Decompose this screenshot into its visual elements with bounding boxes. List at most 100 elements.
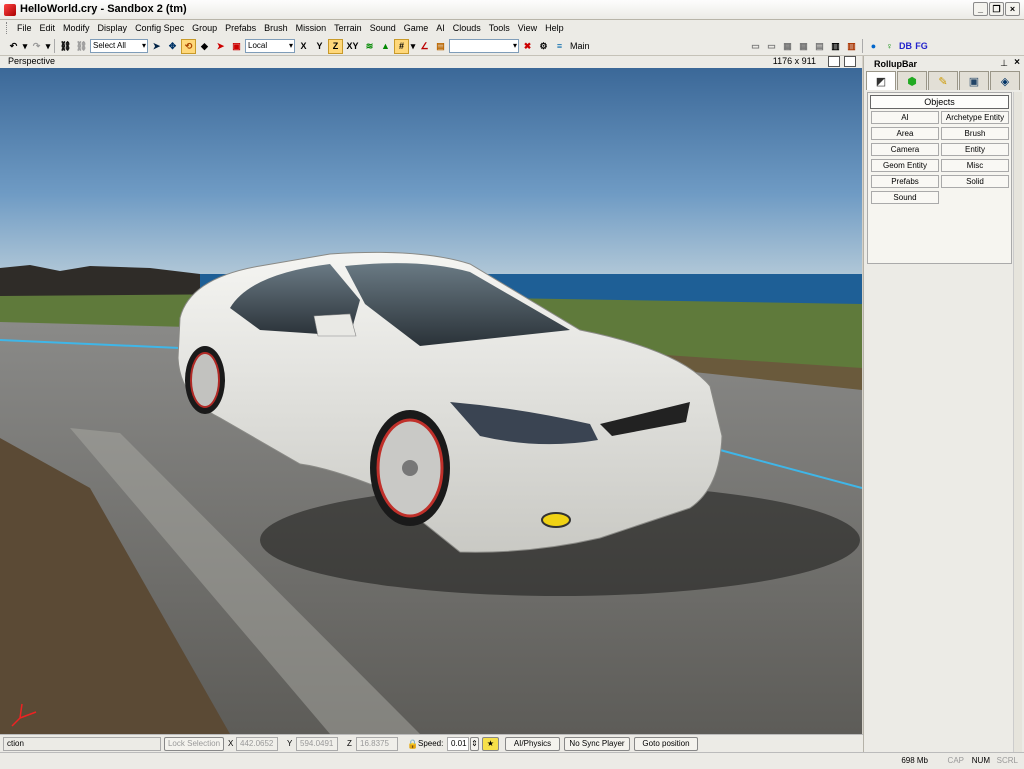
object-type-prefabs[interactable]: Prefabs — [871, 175, 939, 188]
menu-display[interactable]: Display — [94, 23, 132, 33]
no-sync-player-button[interactable]: No Sync Player — [564, 737, 630, 751]
speed-spinner[interactable]: ⇕ — [470, 737, 479, 751]
tab-terrain[interactable]: ⬢ — [897, 71, 927, 90]
object-type-ai[interactable]: AI — [871, 111, 939, 124]
scale-icon[interactable]: ◆ — [197, 39, 212, 54]
menu-file[interactable]: File — [13, 23, 36, 33]
view-icon-7[interactable]: ▥ — [844, 39, 859, 54]
grid-icon[interactable]: # — [394, 38, 409, 54]
axis-x-button[interactable]: X — [296, 39, 311, 54]
object-type-camera[interactable]: Camera — [871, 143, 939, 156]
menu-sound[interactable]: Sound — [366, 23, 400, 33]
object-type-solid[interactable]: Solid — [941, 175, 1009, 188]
link-icon[interactable]: ⛓ — [58, 39, 73, 54]
layer-combo[interactable] — [449, 39, 519, 53]
view-icon-5[interactable]: ▤ — [812, 39, 827, 54]
menu-clouds[interactable]: Clouds — [449, 23, 485, 33]
rollup-close-icon[interactable]: × — [1014, 57, 1020, 68]
terrain-follow-icon[interactable]: ▲ — [378, 39, 393, 54]
redo-icon[interactable]: ↷ — [29, 39, 44, 54]
objects-header-button[interactable]: Objects — [870, 95, 1009, 109]
viewport-title[interactable]: Perspective — [8, 56, 55, 66]
pin-icon[interactable]: ⊥ — [1000, 58, 1008, 69]
object-type-entity[interactable]: Entity — [941, 143, 1009, 156]
menu-bar: File Edit Modify Display Config Spec Gro… — [0, 20, 1024, 36]
rollup-title: RollupBar — [874, 59, 918, 69]
menu-terrain[interactable]: Terrain — [330, 23, 366, 33]
lock-selection-button[interactable]: Lock Selection — [164, 737, 224, 751]
lock-icon[interactable]: 🔒 — [407, 739, 418, 750]
object-type-sound[interactable]: Sound — [871, 191, 939, 204]
view-icon-2[interactable]: ▭ — [764, 39, 779, 54]
object-type-misc[interactable]: Misc — [941, 159, 1009, 172]
menu-game[interactable]: Game — [400, 23, 433, 33]
ruler-icon[interactable]: ▤ — [433, 39, 448, 54]
menu-help[interactable]: Help — [541, 23, 568, 33]
view-icon-4[interactable]: ▦ — [796, 39, 811, 54]
x-coordinate-field[interactable]: 442.0652 — [236, 737, 278, 751]
move-icon[interactable]: ✥ — [165, 39, 180, 54]
rollup-scrollbar[interactable] — [1013, 92, 1022, 752]
object-type-area[interactable]: Area — [871, 127, 939, 140]
main-toolbar: ↶ ▾ ↷ ▾ ⛓ ⛓ Select All ➤ ✥ ⟲ ◆ ➤ ▣ Local… — [0, 36, 1024, 56]
select-terrain-icon[interactable]: ➤ — [213, 39, 228, 54]
object-type-brush[interactable]: Brush — [941, 127, 1009, 140]
object-type-archetype-entity[interactable]: Archetype Entity — [941, 111, 1009, 124]
layer-stack-icon[interactable]: ≡ — [552, 39, 567, 54]
redo-dropdown-icon[interactable]: ▾ — [45, 39, 51, 54]
axis-z-button[interactable]: Z — [328, 38, 343, 54]
rotate-icon[interactable]: ⟲ — [181, 38, 196, 54]
speed-preset-icon[interactable]: ★ — [482, 737, 499, 751]
menu-config-spec[interactable]: Config Spec — [131, 23, 188, 33]
close-button[interactable]: × — [1005, 2, 1020, 16]
tab-display[interactable]: ▣ — [959, 71, 989, 90]
menu-view[interactable]: View — [514, 23, 541, 33]
grid-dropdown-icon[interactable]: ▾ — [410, 39, 416, 54]
ai-physics-button[interactable]: AI/Physics — [505, 737, 560, 751]
angle-snap-icon[interactable]: ∠ — [417, 39, 432, 54]
view-icon-6[interactable]: ▥ — [828, 39, 843, 54]
menu-tools[interactable]: Tools — [485, 23, 514, 33]
z-label: Z — [347, 739, 352, 748]
menu-modify[interactable]: Modify — [59, 23, 94, 33]
unlink-icon[interactable]: ⛓ — [74, 39, 89, 54]
menu-prefabs[interactable]: Prefabs — [221, 23, 260, 33]
viewport-3d[interactable] — [0, 68, 862, 734]
view-icon-1[interactable]: ▭ — [748, 39, 763, 54]
axis-y-button[interactable]: Y — [312, 39, 327, 54]
num-indicator: NUM — [971, 756, 990, 765]
terrain-snap-icon[interactable]: ≋ — [362, 39, 377, 54]
bottom-status-bar: 698 Mb CAP NUM SCRL — [0, 752, 1024, 769]
tab-modelling[interactable]: ✎ — [928, 71, 958, 90]
selection-filter-combo[interactable]: Select All — [90, 39, 148, 53]
select-arrow-icon[interactable]: ➤ — [149, 39, 164, 54]
sphere-icon[interactable]: ● — [866, 39, 881, 54]
coord-system-combo[interactable]: Local — [245, 39, 295, 53]
tab-objects[interactable]: ◩ — [866, 71, 896, 90]
menu-edit[interactable]: Edit — [36, 23, 60, 33]
snap-icon[interactable]: ▣ — [229, 39, 244, 54]
object-type-geom-entity[interactable]: Geom Entity — [871, 159, 939, 172]
goto-position-button[interactable]: Goto position — [634, 737, 698, 751]
ai-person-icon[interactable]: ♀ — [882, 39, 897, 54]
axis-xy-button[interactable]: XY — [344, 39, 361, 54]
z-coordinate-field[interactable]: 16.8375 — [356, 737, 398, 751]
speed-input[interactable]: 0.01 — [447, 737, 469, 751]
undo-dropdown-icon[interactable]: ▾ — [22, 39, 28, 54]
db-button[interactable]: DB — [898, 39, 913, 54]
view-icon-3[interactable]: ▦ — [780, 39, 795, 54]
viewport-maximize-icon[interactable] — [844, 56, 856, 67]
maximize-button[interactable]: ❐ — [989, 2, 1004, 16]
viewport-options-icon[interactable] — [828, 56, 840, 67]
layer-delete-icon[interactable]: ✖ — [520, 39, 535, 54]
tab-layers[interactable]: ◈ — [990, 71, 1020, 90]
layer-settings-icon[interactable]: ⚙ — [536, 39, 551, 54]
undo-icon[interactable]: ↶ — [6, 39, 21, 54]
menu-group[interactable]: Group — [188, 23, 221, 33]
menu-mission[interactable]: Mission — [292, 23, 331, 33]
fg-button[interactable]: FG — [914, 39, 929, 54]
y-coordinate-field[interactable]: 594.0491 — [296, 737, 338, 751]
minimize-button[interactable]: _ — [973, 2, 988, 16]
menu-brush[interactable]: Brush — [260, 23, 292, 33]
menu-ai[interactable]: AI — [432, 23, 449, 33]
